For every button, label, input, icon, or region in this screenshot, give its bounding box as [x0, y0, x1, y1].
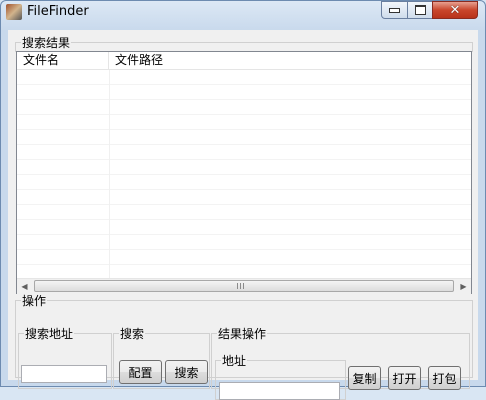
results-list[interactable]: 文件名 文件路径 ◀ ▶: [16, 51, 472, 294]
search-address-group: 搜索地址: [18, 325, 112, 389]
scrollbar-grip: [237, 283, 245, 289]
result-operations-label: 结果操作: [218, 327, 267, 341]
list-rows[interactable]: [17, 70, 471, 278]
minimize-icon: [389, 7, 400, 13]
search-address-label: 搜索地址: [25, 327, 74, 341]
search-group-label: 搜索: [120, 327, 145, 341]
minimize-button[interactable]: [381, 1, 408, 19]
maximize-icon: [414, 5, 426, 15]
copy-button[interactable]: 复制: [348, 366, 381, 390]
open-button[interactable]: 打开: [388, 366, 421, 390]
search-address-input[interactable]: [21, 365, 107, 383]
search-button[interactable]: 搜索: [165, 360, 208, 384]
close-button[interactable]: ✕: [432, 1, 478, 19]
list-header: 文件名 文件路径: [17, 52, 471, 70]
column-divider: [109, 70, 110, 278]
address-group: 地址: [215, 352, 346, 400]
column-header-filepath[interactable]: 文件路径: [109, 52, 471, 69]
column-header-filename[interactable]: 文件名: [17, 52, 109, 69]
client-area: 搜索结果 文件名 文件路径 ◀ ▶ 操作 搜索地址 搜索 配置 搜索 结果操作 …: [8, 30, 478, 400]
search-results-label: 搜索结果: [22, 36, 71, 50]
config-button[interactable]: 配置: [119, 360, 162, 384]
result-operations-group: 结果操作 地址 复制 打开 打包: [211, 325, 470, 400]
close-icon: ✕: [449, 2, 461, 18]
operations-label: 操作: [22, 294, 47, 308]
pack-button[interactable]: 打包: [428, 366, 461, 390]
title-bar[interactable]: FileFinder ✕: [1, 1, 485, 23]
address-label: 地址: [222, 354, 247, 368]
app-icon: [6, 4, 22, 20]
search-results-group: 搜索结果: [15, 34, 473, 52]
operations-group: 操作 搜索地址 搜索 配置 搜索 结果操作 地址 复制 打开 打包: [15, 292, 473, 400]
maximize-button[interactable]: [407, 1, 433, 19]
search-group: 搜索 配置 搜索: [113, 325, 210, 389]
address-input[interactable]: [219, 382, 340, 400]
scrollbar-thumb[interactable]: [34, 280, 454, 292]
app-window: FileFinder ✕ 搜索结果 文件名 文件路径 ◀ ▶ 操作 搜索地址 搜…: [0, 0, 486, 400]
window-title: FileFinder: [27, 4, 89, 19]
